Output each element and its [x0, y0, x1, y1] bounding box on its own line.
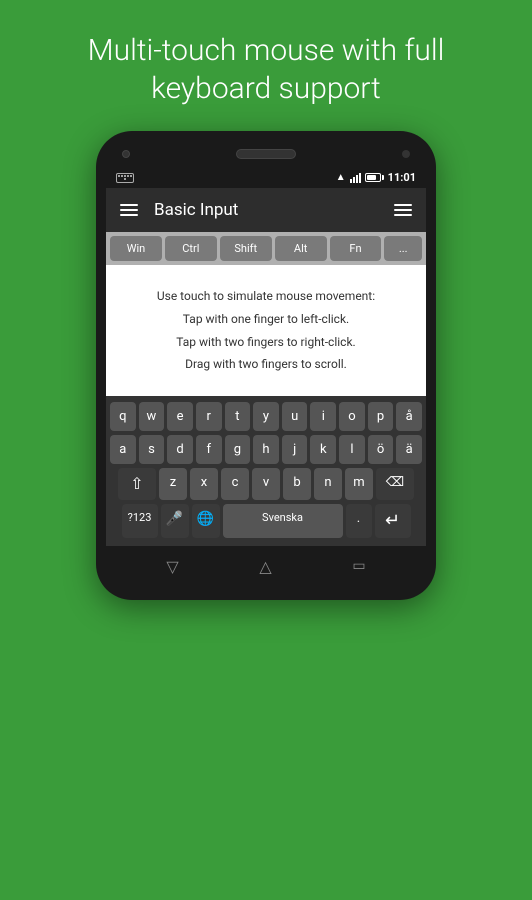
content-area: Use touch to simulate mouse movement: Ta… — [106, 265, 426, 396]
keyboard-row-4: ?123 🎤 🌐 Svenska . ↵ — [110, 504, 422, 538]
more-keys[interactable]: ... — [384, 236, 422, 261]
key-l[interactable]: l — [339, 435, 365, 464]
key-k[interactable]: k — [310, 435, 336, 464]
hamburger-menu-icon[interactable] — [120, 204, 138, 216]
key-f[interactable]: f — [196, 435, 222, 464]
wifi-icon: ▲ — [336, 172, 346, 183]
headline: Multi-touch mouse with full keyboard sup… — [0, 0, 532, 131]
keyboard-row-3: ⇧ z x c v b n m ⌫ — [110, 468, 422, 500]
ctrl-key[interactable]: Ctrl — [165, 236, 217, 261]
enter-key[interactable]: ↵ — [375, 504, 411, 538]
key-o[interactable]: o — [339, 402, 365, 431]
phone-sensor — [402, 150, 410, 158]
nav-back-button[interactable]: ▽ — [166, 557, 178, 576]
key-y[interactable]: y — [253, 402, 279, 431]
key-v[interactable]: v — [252, 468, 280, 500]
phone-screen: ▲ 11:01 — [106, 167, 426, 586]
overflow-menu-icon[interactable] — [394, 204, 412, 216]
phone-nav-bar: ▽ △ ▭ — [106, 546, 426, 586]
key-h[interactable]: h — [253, 435, 279, 464]
period-key[interactable]: . — [346, 504, 372, 538]
keyboard-row-2: a s d f g h j k l ö ä — [110, 435, 422, 464]
content-line4: Drag with two fingers to scroll. — [130, 353, 402, 376]
signal-bars-icon — [350, 173, 361, 183]
content-text: Use touch to simulate mouse movement: Ta… — [130, 285, 402, 376]
key-p[interactable]: p — [368, 402, 394, 431]
key-aa[interactable]: å — [396, 402, 422, 431]
content-line2: Tap with one finger to left-click. — [130, 308, 402, 331]
phone-camera — [122, 150, 130, 158]
key-t[interactable]: t — [225, 402, 251, 431]
keyboard-row-1: q w e r t y u i o p å — [110, 402, 422, 431]
content-line1: Use touch to simulate mouse movement: — [130, 285, 402, 308]
key-d[interactable]: d — [167, 435, 193, 464]
key-a[interactable]: a — [110, 435, 136, 464]
phone-top-bar — [106, 145, 426, 167]
key-x[interactable]: x — [190, 468, 218, 500]
key-n[interactable]: n — [314, 468, 342, 500]
key-m[interactable]: m — [345, 468, 373, 500]
key-r[interactable]: r — [196, 402, 222, 431]
nav-home-button[interactable]: △ — [259, 557, 271, 576]
mic-key[interactable]: 🎤 — [161, 504, 189, 538]
win-key[interactable]: Win — [110, 236, 162, 261]
battery-icon — [365, 173, 384, 182]
keyboard: q w e r t y u i o p å a s d f g h j — [106, 396, 426, 546]
key-w[interactable]: w — [139, 402, 165, 431]
status-bar-left — [116, 173, 332, 183]
shift-key[interactable]: Shift — [220, 236, 272, 261]
key-e[interactable]: e — [167, 402, 193, 431]
key-q[interactable]: q — [110, 402, 136, 431]
key-z[interactable]: z — [159, 468, 187, 500]
alt-key[interactable]: Alt — [275, 236, 327, 261]
app-toolbar: Basic Input — [106, 188, 426, 232]
key-ae[interactable]: ä — [396, 435, 422, 464]
key-s[interactable]: s — [139, 435, 165, 464]
toolbar-title: Basic Input — [154, 200, 394, 220]
status-bar: ▲ 11:01 — [106, 167, 426, 188]
content-line3: Tap with two fingers to right-click. — [130, 331, 402, 354]
nav-recent-button[interactable]: ▭ — [352, 558, 365, 574]
backspace-key[interactable]: ⌫ — [376, 468, 414, 500]
space-key[interactable]: Svenska — [223, 504, 343, 538]
key-u[interactable]: u — [282, 402, 308, 431]
key-b[interactable]: b — [283, 468, 311, 500]
phone-speaker — [236, 149, 296, 159]
key-c[interactable]: c — [221, 468, 249, 500]
status-icons: ▲ 11:01 — [336, 171, 416, 184]
number-mode-key[interactable]: ?123 — [122, 504, 158, 538]
fn-key[interactable]: Fn — [330, 236, 382, 261]
key-i[interactable]: i — [310, 402, 336, 431]
shift-key-keyboard[interactable]: ⇧ — [118, 468, 156, 500]
status-time: 11:01 — [388, 171, 416, 184]
key-oe[interactable]: ö — [368, 435, 394, 464]
key-g[interactable]: g — [225, 435, 251, 464]
globe-key[interactable]: 🌐 — [192, 504, 220, 538]
keyboard-status-icon — [116, 173, 134, 183]
modifier-bar: Win Ctrl Shift Alt Fn ... — [106, 232, 426, 265]
phone-device: ▲ 11:01 — [96, 131, 436, 600]
key-j[interactable]: j — [282, 435, 308, 464]
